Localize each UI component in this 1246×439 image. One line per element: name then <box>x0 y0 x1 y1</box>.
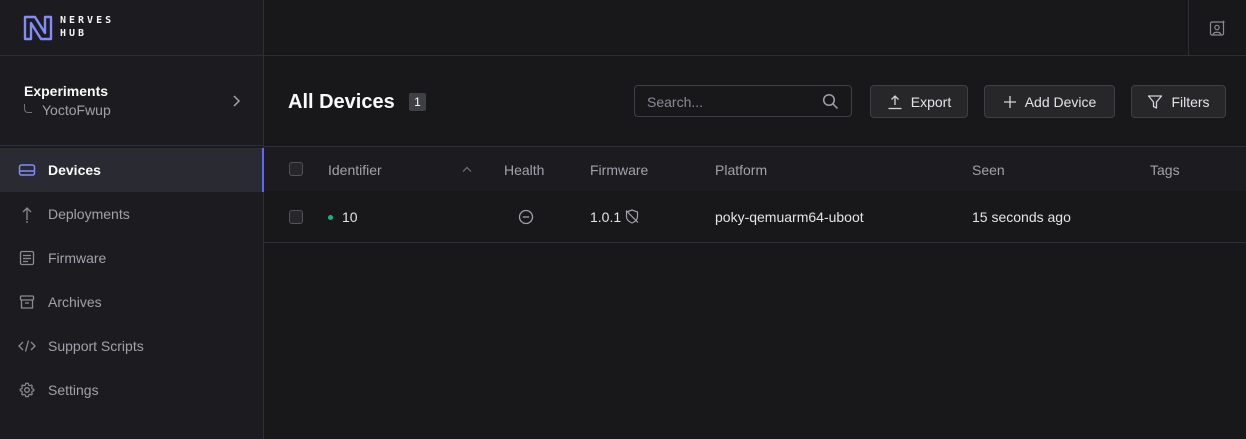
sidebar-item-label: Settings <box>48 382 99 398</box>
nerves-hub-logo-icon <box>23 15 53 40</box>
export-button[interactable]: Export <box>870 85 968 118</box>
sidebar-item-label: Support Scripts <box>48 338 144 354</box>
select-all-checkbox[interactable] <box>289 162 303 176</box>
user-menu-button[interactable] <box>1188 0 1246 56</box>
firmware-version: 1.0.1 <box>590 209 622 225</box>
column-header-platform: Platform <box>715 162 768 178</box>
row-checkbox[interactable] <box>289 210 303 224</box>
column-header-firmware: Firmware <box>590 162 649 178</box>
brand-line1: NERVES <box>60 15 115 26</box>
brand-line2: HUB <box>60 28 88 39</box>
sort-ascending-icon[interactable] <box>462 166 472 172</box>
table-row[interactable]: 10 1.0.1 poky-qemuarm64-uboot 15 seconds… <box>264 191 1246 243</box>
device-count-badge: 1 <box>409 93 426 111</box>
page-title: All Devices <box>288 91 395 113</box>
org-name: Experiments <box>24 83 109 99</box>
search-icon[interactable] <box>822 93 839 110</box>
gear-icon <box>18 381 36 399</box>
sidebar-nav: Devices Deployments Firmware Archives Su… <box>0 146 264 412</box>
export-label: Export <box>910 93 952 110</box>
device-identifier-link[interactable]: 10 <box>342 209 358 225</box>
filter-icon <box>1148 94 1163 109</box>
health-unknown-icon <box>518 209 534 225</box>
org-switcher[interactable]: Experiments YoctoFwup <box>0 56 263 146</box>
search-input[interactable] <box>635 86 829 118</box>
sidebar-item-label: Deployments <box>48 206 130 222</box>
plus-icon <box>1003 95 1016 108</box>
sidebar-item-settings[interactable]: Settings <box>0 368 263 412</box>
code-icon <box>18 337 36 355</box>
product-name: YoctoFwup <box>42 102 111 118</box>
logo[interactable]: NERVES HUB <box>0 0 263 56</box>
add-device-button[interactable]: Add Device <box>984 85 1115 118</box>
sidebar-item-deployments[interactable]: Deployments <box>0 192 263 236</box>
sidebar: NERVES HUB Experiments YoctoFwup Devices… <box>0 0 264 439</box>
chevron-right-icon <box>233 95 241 107</box>
sidebar-item-support-scripts[interactable]: Support Scripts <box>0 324 263 368</box>
sidebar-item-devices[interactable]: Devices <box>0 148 264 192</box>
filters-label: Filters <box>1171 93 1210 110</box>
devices-icon <box>18 161 36 179</box>
filters-button[interactable]: Filters <box>1131 85 1226 118</box>
sidebar-item-label: Firmware <box>48 250 107 266</box>
device-platform: poky-qemuarm64-uboot <box>715 209 864 225</box>
add-device-label: Add Device <box>1024 93 1097 110</box>
product-hook-icon <box>24 103 32 113</box>
top-bar <box>264 0 1246 56</box>
shield-off-icon <box>625 209 639 224</box>
sidebar-item-label: Archives <box>48 294 102 310</box>
online-status-dot <box>328 215 333 220</box>
upload-icon <box>888 94 902 109</box>
archives-icon <box>18 293 36 311</box>
page-header: All Devices 1 Export Add Device Filters <box>264 57 1246 147</box>
column-header-health: Health <box>504 162 545 178</box>
column-header-tags: Tags <box>1150 162 1180 178</box>
deployments-icon <box>18 205 36 223</box>
sidebar-item-firmware[interactable]: Firmware <box>0 236 263 280</box>
firmware-icon <box>18 249 36 267</box>
column-header-identifier[interactable]: Identifier <box>328 162 382 178</box>
sidebar-item-label: Devices <box>48 162 101 178</box>
user-avatar-icon <box>1209 20 1225 36</box>
table-header: Identifier Health Firmware Platform Seen… <box>264 147 1246 191</box>
sidebar-item-archives[interactable]: Archives <box>0 280 263 324</box>
search-box <box>634 85 852 118</box>
device-last-seen: 15 seconds ago <box>972 209 1071 225</box>
column-header-seen: Seen <box>972 162 1005 178</box>
